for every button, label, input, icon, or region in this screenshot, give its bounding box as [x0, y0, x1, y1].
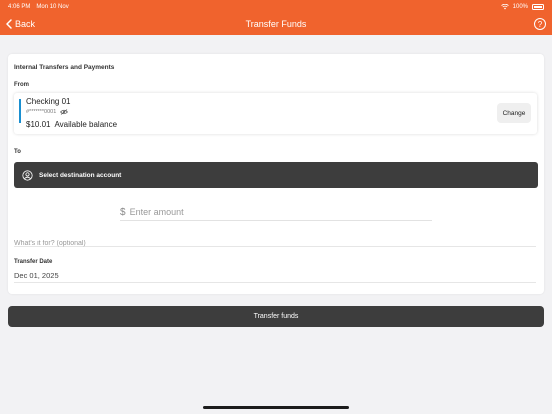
eye-slash-icon[interactable]	[60, 109, 69, 115]
home-indicator	[203, 406, 349, 409]
transfer-funds-button[interactable]: Transfer funds	[8, 306, 544, 327]
select-destination-button[interactable]: Select destination account	[14, 162, 538, 188]
memo-input[interactable]	[14, 240, 536, 247]
page-title: Transfer Funds	[245, 19, 307, 29]
from-account-card: Checking 01 #*******0001 $10.01 Availabl…	[14, 93, 537, 134]
battery-icon	[532, 3, 544, 10]
transfer-form-card: Internal Transfers and Payments From Che…	[8, 54, 544, 294]
wifi-icon	[500, 3, 509, 9]
account-number-row: #*******0001	[26, 109, 69, 115]
status-bar: 4:06 PM Mon 10 Nov 100%	[0, 0, 552, 13]
account-balance: $10.01	[26, 120, 51, 129]
transfer-date-label: Transfer Date	[14, 259, 53, 265]
status-right: 100%	[500, 3, 544, 10]
battery-percent: 100%	[512, 3, 528, 10]
nav-bar: Back Transfer Funds ?	[0, 13, 552, 35]
transfer-date-field[interactable]: Dec 01, 2025	[14, 268, 536, 283]
question-circle-icon: ?	[537, 19, 543, 29]
back-label: Back	[15, 19, 36, 29]
amount-input[interactable]	[129, 207, 410, 217]
to-label: To	[14, 149, 21, 155]
account-number: #*******0001	[26, 109, 57, 115]
help-button[interactable]: ?	[534, 18, 546, 30]
transfer-date-value: Dec 01, 2025	[14, 270, 59, 280]
account-name: Checking 01	[26, 97, 71, 106]
status-date: Mon 10 Nov	[36, 3, 69, 10]
account-accent-bar	[19, 99, 21, 123]
chevron-left-icon	[6, 19, 12, 29]
section-title: Internal Transfers and Payments	[14, 64, 115, 71]
select-destination-label: Select destination account	[39, 171, 122, 179]
back-button[interactable]: Back	[6, 19, 35, 29]
amount-field: $	[120, 204, 432, 221]
currency-symbol: $	[120, 206, 126, 218]
change-account-button[interactable]: Change	[497, 103, 531, 123]
account-balance-row: $10.01 Available balance	[26, 120, 117, 129]
account-balance-label: Available balance	[54, 120, 118, 129]
user-circle-icon	[22, 169, 33, 181]
status-time: 4:06 PM	[8, 3, 31, 10]
from-label: From	[14, 82, 29, 88]
memo-field	[14, 232, 536, 247]
